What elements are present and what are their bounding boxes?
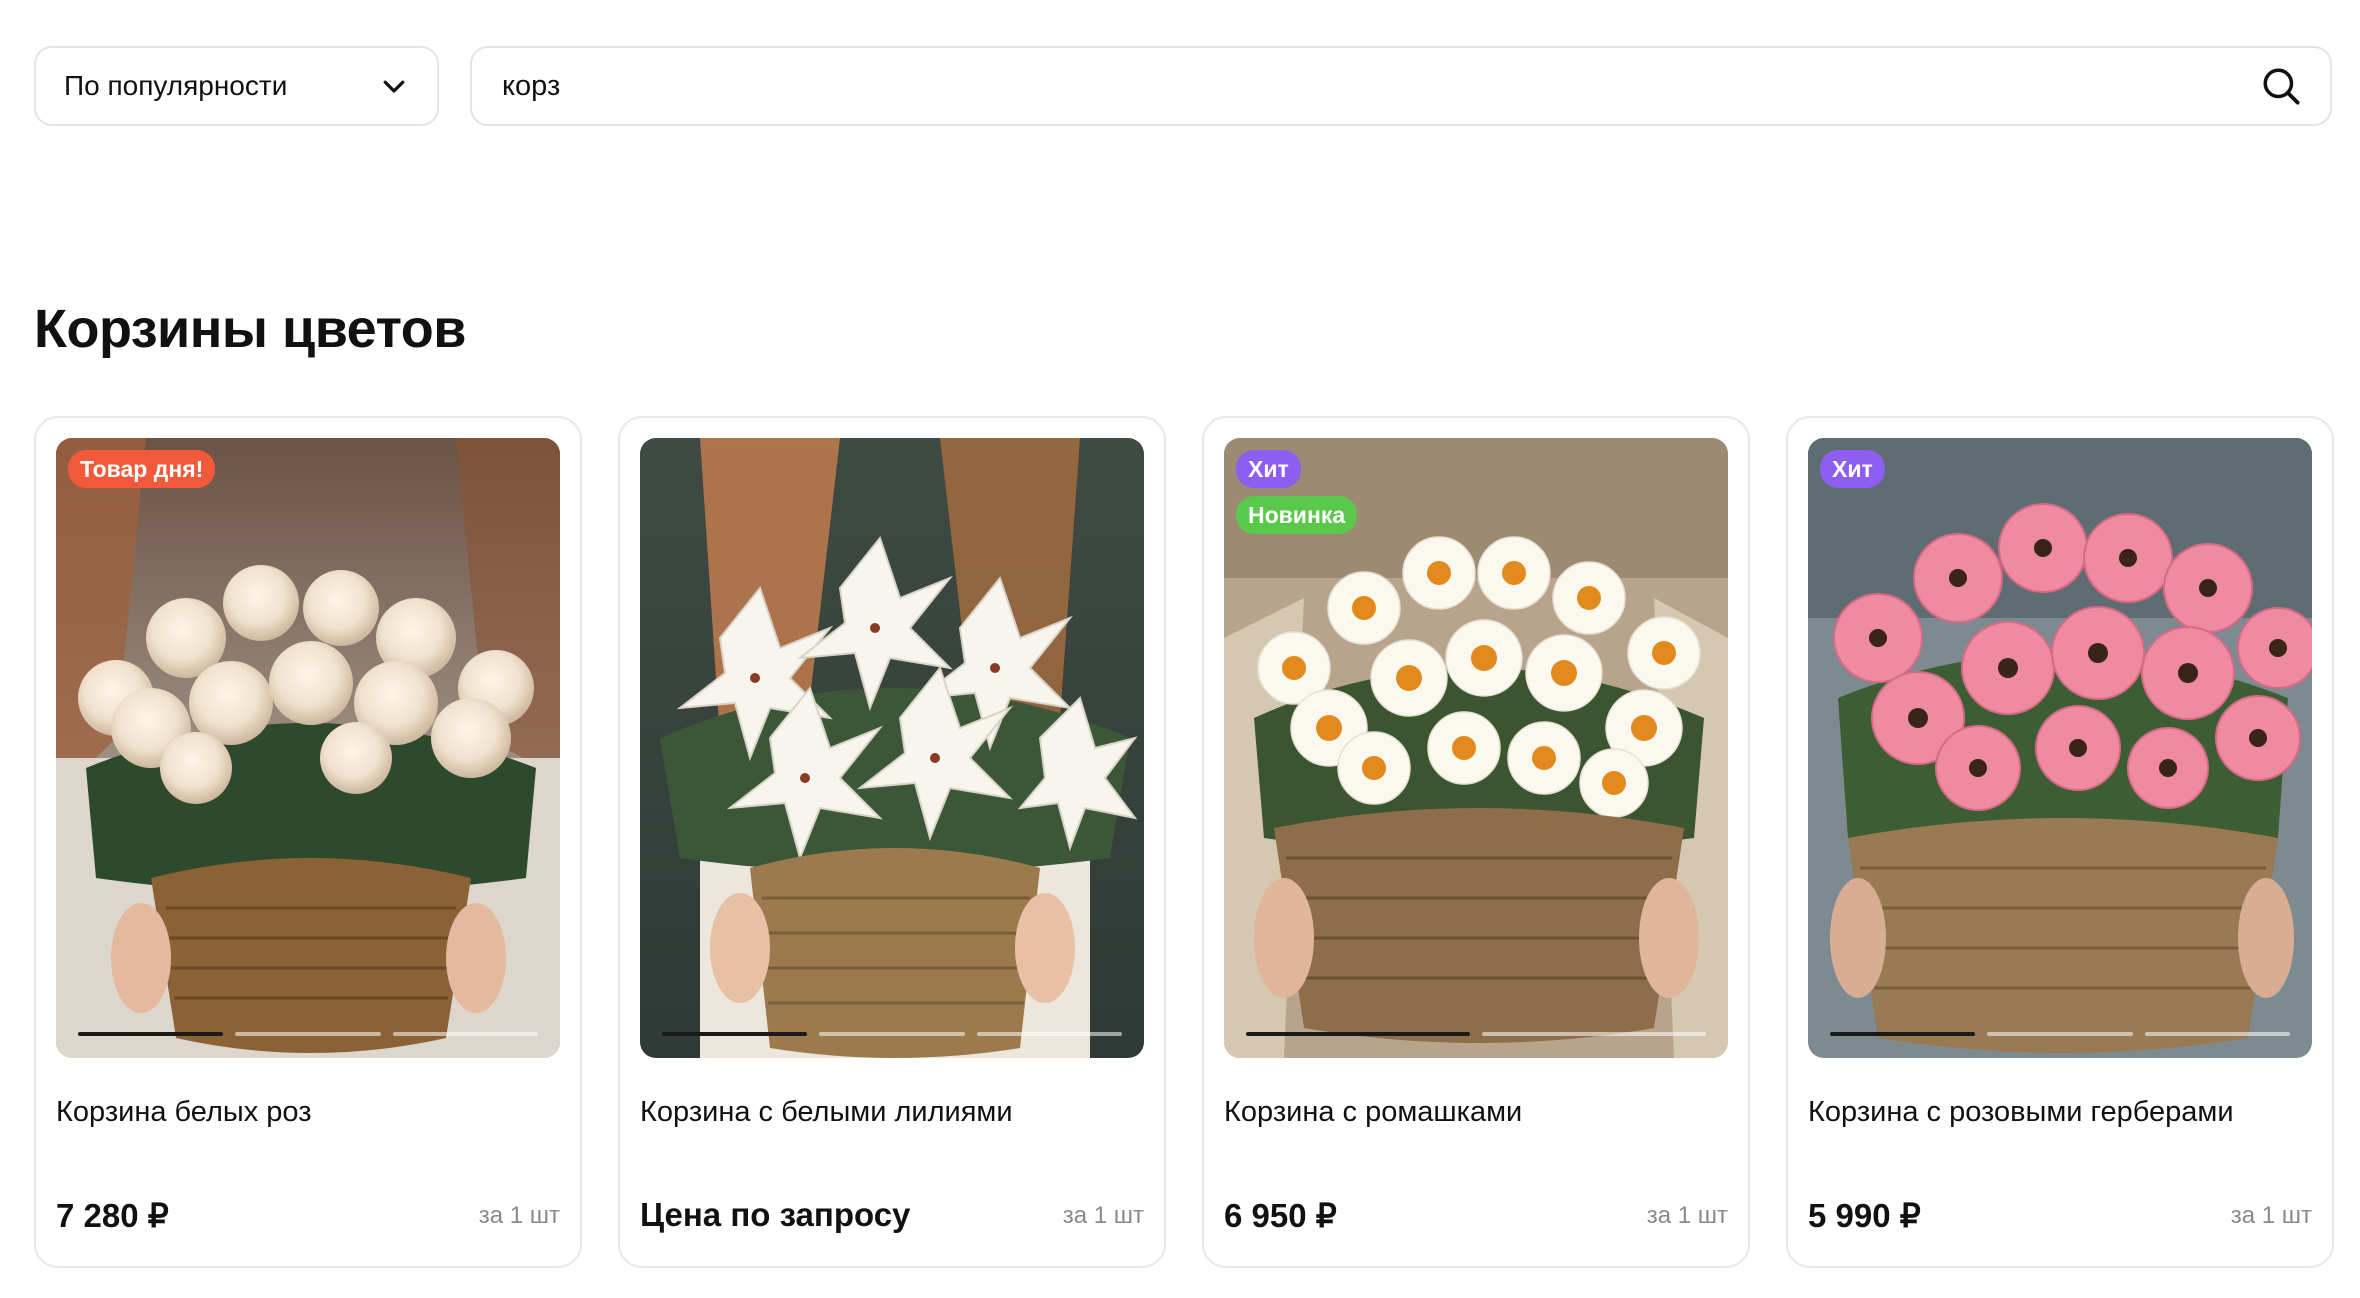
sort-dropdown-label: По популярности xyxy=(64,70,288,101)
product-unit: за 1 шт xyxy=(2230,1202,2312,1229)
product-photo[interactable] xyxy=(640,438,1144,1058)
product-name[interactable]: Корзина с ромашками xyxy=(1224,1096,1522,1129)
badges: Товар дня! xyxy=(68,450,216,488)
product-unit: за 1 шт xyxy=(1646,1202,1728,1229)
product-grid: Товар дня! Корзина белых роз 7 280 ₽ за … xyxy=(34,416,2334,1268)
product-unit: за 1 шт xyxy=(1062,1202,1144,1229)
slide-dot[interactable] xyxy=(819,1032,965,1036)
white-lilies-basket-image xyxy=(640,438,1144,1058)
product-price: 7 280 ₽ xyxy=(56,1197,169,1234)
slide-dot[interactable] xyxy=(2144,1032,2290,1036)
slide-indicator xyxy=(1246,1032,1706,1036)
white-roses-basket-image xyxy=(56,438,560,1058)
product-card[interactable]: Хит Новинка Корзина с ромашками 6 950 ₽ … xyxy=(1202,416,1750,1268)
slide-dot[interactable] xyxy=(392,1032,538,1036)
badge: Новинка xyxy=(1236,496,1358,534)
sort-dropdown[interactable]: По популярности xyxy=(34,46,439,126)
product-card[interactable]: Корзина с белыми лилиями Цена по запросу… xyxy=(618,416,1166,1268)
section-title: Корзины цветов xyxy=(34,299,466,359)
slide-dot[interactable] xyxy=(976,1032,1122,1036)
slide-dot[interactable] xyxy=(1246,1032,1470,1036)
slide-indicator xyxy=(1830,1032,2290,1036)
product-price: Цена по запросу xyxy=(640,1196,911,1233)
product-price: 6 950 ₽ xyxy=(1224,1197,1337,1234)
badge: Товар дня! xyxy=(68,450,216,488)
toolbar: По популярности xyxy=(34,46,2332,128)
search-box xyxy=(470,46,2332,126)
product-unit: за 1 шт xyxy=(478,1202,560,1229)
chevron-down-icon xyxy=(383,80,405,93)
slide-indicator xyxy=(78,1032,538,1036)
product-name[interactable]: Корзина белых роз xyxy=(56,1096,312,1129)
badges: Хит Новинка xyxy=(1236,450,1358,534)
slide-dot[interactable] xyxy=(662,1032,808,1036)
product-name[interactable]: Корзина с розовыми герберами xyxy=(1808,1096,2234,1129)
slide-dot[interactable] xyxy=(78,1032,224,1036)
product-card[interactable]: Товар дня! Корзина белых роз 7 280 ₽ за … xyxy=(34,416,582,1268)
pink-gerberas-basket-image xyxy=(1808,438,2312,1058)
search-input[interactable] xyxy=(500,68,2260,104)
slide-dot[interactable] xyxy=(235,1032,381,1036)
badge: Хит xyxy=(1236,450,1301,488)
slide-indicator xyxy=(662,1032,1122,1036)
product-photo[interactable]: Хит xyxy=(1808,438,2312,1058)
search-icon[interactable] xyxy=(2260,65,2302,107)
product-price: 5 990 ₽ xyxy=(1808,1197,1921,1234)
product-card[interactable]: Хит Корзина с розовыми герберами 5 990 ₽… xyxy=(1786,416,2334,1268)
slide-dot[interactable] xyxy=(1987,1032,2133,1036)
product-photo[interactable]: Товар дня! xyxy=(56,438,560,1058)
product-name[interactable]: Корзина с белыми лилиями xyxy=(640,1096,1013,1129)
slide-dot[interactable] xyxy=(1830,1032,1976,1036)
badges: Хит xyxy=(1820,450,1885,488)
badge: Хит xyxy=(1820,450,1885,488)
slide-dot[interactable] xyxy=(1482,1032,1706,1036)
product-photo[interactable]: Хит Новинка xyxy=(1224,438,1728,1058)
